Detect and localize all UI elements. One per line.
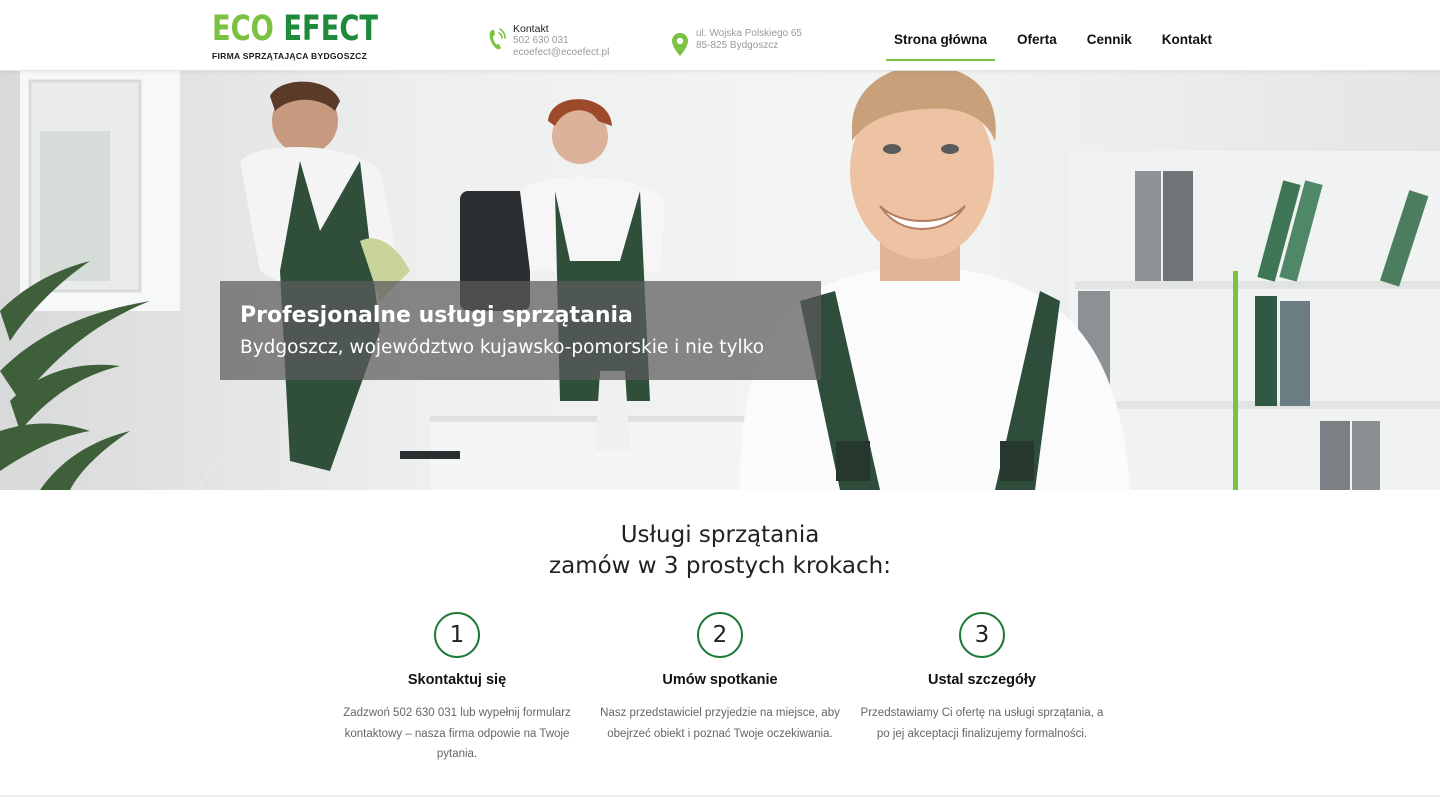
step-number-circle: 3 (959, 612, 1005, 658)
logo-tagline: FIRMA SPRZĄTAJĄCA BYDGOSZCZ (212, 51, 368, 61)
nav-item-strona-glowna[interactable]: Strona główna (886, 30, 996, 61)
hero-subtitle: Bydgoszcz, województwo kujawsko-pomorski… (240, 337, 765, 358)
address-line-2: 85-825 Bydgoszcz (696, 40, 779, 51)
hero-banner: Profesjonalne usługi sprzątania Bydgoszc… (0, 71, 1440, 490)
step-description: Przedstawiamy Ci ofertę na usługi sprząt… (860, 707, 1104, 740)
contact-title: Kontakt (513, 23, 549, 35)
section-divider (0, 795, 1440, 797)
step-number-circle: 2 (697, 612, 743, 658)
address-line-1: ul. Wojska Polskiego 65 (696, 28, 802, 39)
steps-list: 1 Skontaktuj się Zadzwoń 502 630 031 lub… (0, 612, 1440, 782)
step-card: 3 Ustal szczegóły Przedstawiamy Ci ofert… (851, 612, 1113, 744)
step-title: Umów spotkanie (662, 672, 778, 688)
step-description: Nasz przedstawiciel przyjedzie na miejsc… (600, 707, 840, 740)
step-title: Ustal szczegóły (928, 672, 1036, 688)
nav-item-cennik[interactable]: Cennik (1079, 30, 1140, 61)
steps-section-title: Usługi sprzątania zamów w 3 prostych kro… (549, 522, 891, 579)
header-contact: Kontakt 502 630 031 ecoefect@ecoefect.pl (487, 23, 609, 59)
main-nav: Strona główna Oferta Cennik Kontakt (886, 30, 1234, 61)
step-title: Skontaktuj się (407, 672, 507, 688)
nav-item-kontakt[interactable]: Kontakt (1154, 30, 1220, 61)
nav-item-oferta[interactable]: Oferta (1009, 30, 1065, 61)
contact-email[interactable]: ecoefect@ecoefect.pl (513, 47, 609, 59)
hero-caption: Profesjonalne usługi sprzątania Bydgoszc… (220, 281, 821, 380)
step-card: 2 Umów spotkanie Nasz przedstawiciel prz… (589, 612, 851, 744)
map-pin-icon (672, 33, 688, 56)
hero-title: Profesjonalne usługi sprzątania (240, 303, 633, 328)
logo[interactable]: ECO EFECT FIRMA SPRZĄTAJĄCA BYDGOSZCZ (212, 10, 382, 61)
phone-icon (489, 28, 506, 50)
logo-wordmark: ECO EFECT (212, 9, 379, 49)
step-number-circle: 1 (434, 612, 480, 658)
step-description: Zadzwoń 502 630 031 lub wypełnij formula… (343, 707, 571, 760)
site-header: ECO EFECT FIRMA SPRZĄTAJĄCA BYDGOSZCZ Ko… (0, 0, 1440, 71)
header-address: ul. Wojska Polskiego 65 85-825 Bydgoszcz (670, 28, 802, 58)
step-card: 1 Skontaktuj się Zadzwoń 502 630 031 lub… (326, 612, 588, 765)
contact-phone[interactable]: 502 630 031 (513, 35, 609, 47)
